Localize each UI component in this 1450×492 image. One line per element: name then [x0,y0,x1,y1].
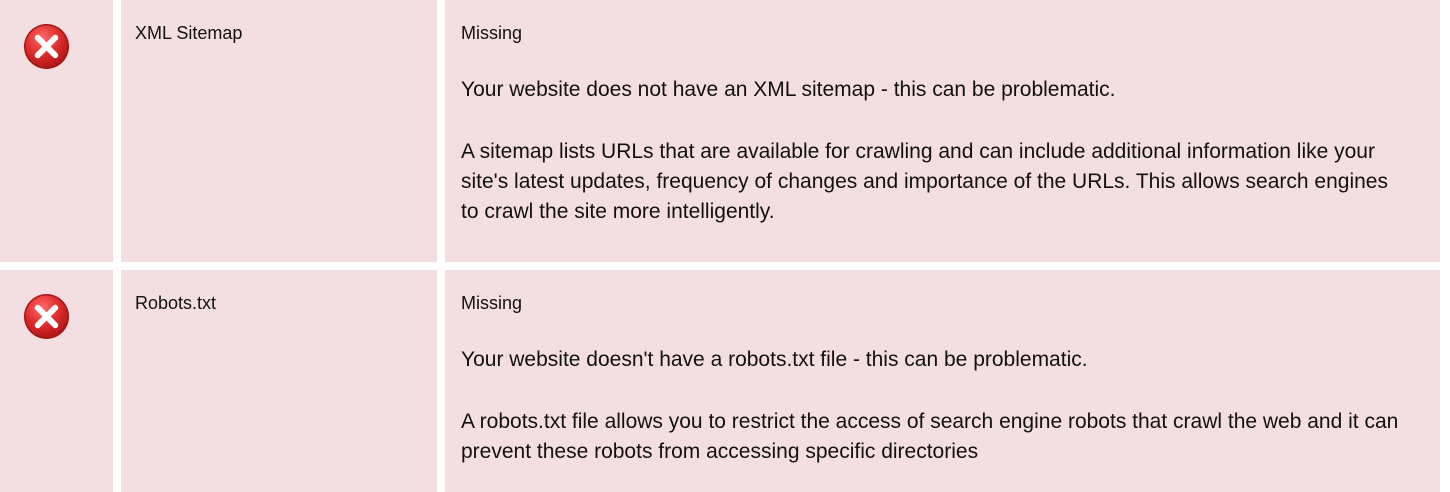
check-explanation: A robots.txt file allows you to restrict… [461,410,1399,463]
check-explanation: A sitemap lists URLs that are available … [461,140,1388,223]
check-label: Robots.txt [135,293,217,313]
check-label-cell: XML Sitemap [121,0,437,262]
error-x-circle-icon [23,23,70,70]
check-label: XML Sitemap [135,23,243,43]
check-status: Missing [461,23,523,43]
status-icon-cell [0,0,113,262]
check-detail-cell: Missing Your website does not have an XM… [445,0,1440,262]
check-detail-cell: Missing Your website doesn't have a robo… [445,270,1440,492]
seo-report: XML Sitemap Missing Your website does no… [0,0,1450,492]
check-row-robots-txt: Robots.txt Missing Your website doesn't … [0,270,1450,492]
check-status: Missing [461,293,523,313]
check-label-cell: Robots.txt [121,270,437,492]
check-row-xml-sitemap: XML Sitemap Missing Your website does no… [0,0,1450,262]
check-summary: Your website does not have an XML sitema… [461,78,1116,101]
check-summary: Your website doesn't have a robots.txt f… [461,348,1088,371]
error-x-circle-icon [23,293,70,340]
status-icon-cell [0,270,113,492]
